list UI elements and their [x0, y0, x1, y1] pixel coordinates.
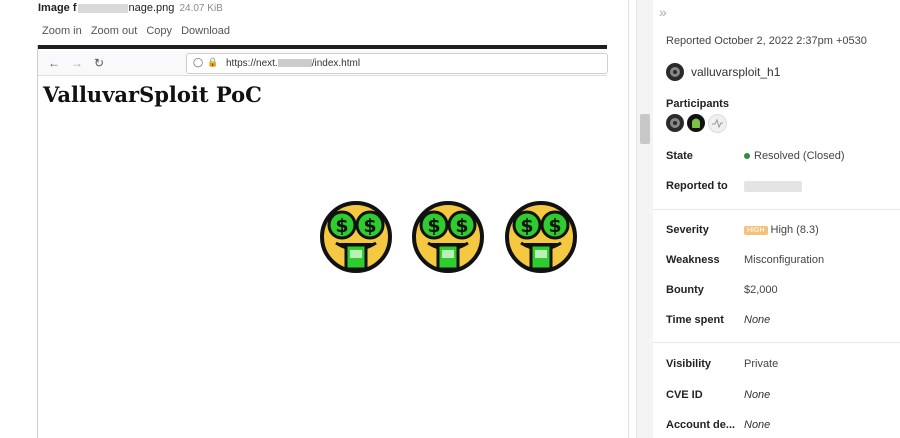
time-spent-value: None — [744, 314, 771, 326]
url-suffix: /index.html — [311, 58, 361, 69]
state-value: Resolved (Closed) — [744, 150, 844, 162]
browser-toolbar: ← → ↻ ◯ 🔒 https://next. /index.html — [38, 51, 608, 76]
reported-timestamp: Reported October 2, 2022 2:37pm +0530 — [666, 35, 867, 47]
file-name-prefix: Image f — [38, 2, 77, 14]
zoom-out-button[interactable]: Zoom out — [91, 25, 137, 37]
participants-label: Participants — [666, 98, 729, 110]
zoom-in-button[interactable]: Zoom in — [42, 25, 82, 37]
weakness-value[interactable]: Misconfiguration — [744, 254, 824, 266]
image-actions: Zoom in Zoom out Copy Download — [42, 25, 236, 37]
file-size: 24.07 KiB — [179, 3, 223, 14]
redacted-domain — [277, 59, 312, 68]
redacted-program — [744, 180, 802, 192]
panel-divider — [628, 0, 629, 438]
file-name-suffix: nage.png — [128, 2, 175, 14]
url-text: https://next. /index.html — [226, 58, 360, 69]
section-divider — [653, 342, 900, 343]
time-spent-label: Time spent — [666, 314, 724, 326]
shield-icon: ◯ — [193, 57, 204, 67]
svg-text:$: $ — [335, 215, 348, 237]
scrollbar-thumb[interactable] — [640, 114, 650, 144]
svg-text:$: $ — [455, 215, 468, 237]
redacted-filename — [77, 3, 128, 13]
address-bar: ◯ 🔒 https://next. /index.html — [186, 53, 608, 74]
forward-arrow-icon: → — [71, 56, 83, 70]
account-details-value: None — [744, 419, 771, 431]
svg-text:$: $ — [427, 215, 440, 237]
participants-list — [666, 114, 727, 133]
scrollbar[interactable] — [636, 0, 653, 438]
svg-text:$: $ — [548, 215, 561, 237]
visibility-value: Private — [744, 358, 779, 370]
image-viewer: Image f nage.png 24.07 KiB Zoom in Zoom o… — [0, 0, 628, 438]
state-label: State — [666, 150, 693, 162]
reporter-name[interactable]: valluvarsploit_h1 — [691, 65, 780, 79]
lock-icon: 🔒 — [207, 57, 219, 67]
account-details-label: Account de... — [666, 419, 736, 431]
image-header: Image f nage.png 24.07 KiB — [38, 2, 223, 14]
bounty-label: Bounty — [666, 284, 704, 296]
reporter-avatar[interactable] — [666, 63, 684, 81]
copy-button[interactable]: Copy — [146, 25, 172, 37]
severity-label: Severity — [666, 224, 709, 236]
url-prefix: https://next. — [226, 58, 278, 69]
poc-title: ValluvarSploit PoC — [43, 82, 262, 107]
download-button[interactable]: Download — [181, 25, 230, 37]
visibility-label: Visibility — [666, 358, 712, 370]
severity-text: High (8.3) — [770, 224, 819, 236]
participant-avatar[interactable] — [708, 114, 727, 133]
reported-to-label: Reported to — [666, 180, 728, 192]
participant-avatar[interactable] — [687, 114, 705, 132]
money-face-emoji-icon: $ $ — [505, 201, 577, 273]
screenshot-top-border — [38, 45, 607, 49]
svg-text:$: $ — [520, 215, 533, 237]
reported-to-value — [744, 180, 802, 192]
participant-avatar[interactable] — [666, 114, 684, 132]
severity-badge: HIGH — [744, 225, 768, 235]
reload-icon: ↻ — [94, 56, 105, 70]
back-arrow-icon: ← — [48, 56, 60, 70]
money-face-emoji-icon: $ $ — [320, 201, 392, 273]
cve-id-label: CVE ID — [666, 389, 703, 401]
left-gutter — [0, 0, 34, 438]
weakness-label: Weakness — [666, 254, 720, 266]
collapse-panel-icon[interactable]: » — [659, 4, 667, 20]
severity-value: HIGH High (8.3) — [744, 224, 819, 236]
state-text: Resolved (Closed) — [754, 150, 845, 162]
cve-id-value: None — [744, 389, 771, 401]
state-status-dot-icon — [744, 153, 750, 160]
section-divider — [653, 209, 900, 210]
money-face-emoji-icon: $ $ — [412, 201, 484, 273]
attached-screenshot: ← → ↻ ◯ 🔒 https://next. /index.html Vallu… — [37, 45, 608, 438]
report-sidebar: » Reported October 2, 2022 2:37pm +0530 … — [653, 0, 900, 438]
svg-text:$: $ — [363, 215, 376, 237]
reporter[interactable]: valluvarsploit_h1 — [666, 63, 780, 81]
bounty-value: $2,000 — [744, 284, 778, 296]
